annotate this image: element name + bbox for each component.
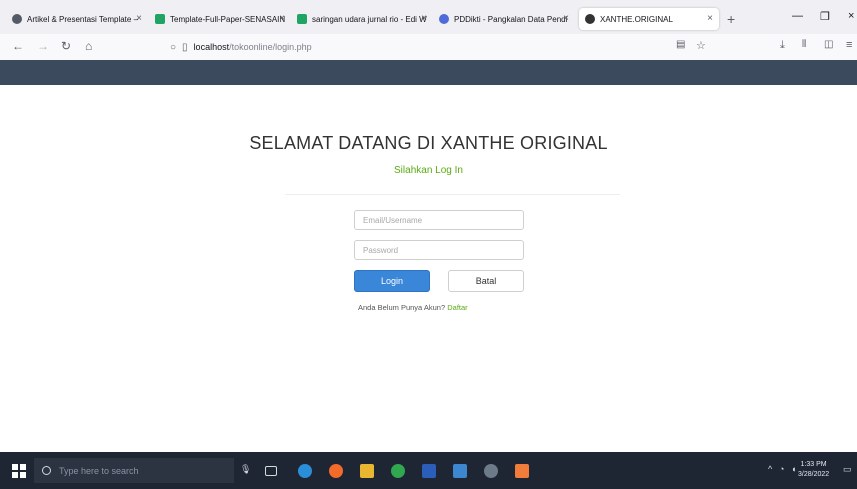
page-icon (12, 14, 22, 24)
notifications-icon[interactable]: ▭ (843, 464, 852, 475)
bookmark-star-icon[interactable]: ☆ (696, 39, 706, 52)
tab-template-full-paper[interactable]: Template-Full-Paper-SENASAIN × (155, 8, 291, 30)
page-icon (585, 14, 595, 24)
close-tab-icon[interactable]: × (707, 13, 713, 24)
task-view-icon[interactable] (265, 466, 277, 476)
tab-label: XANTHE.ORIGINAL (600, 14, 673, 24)
url-bar[interactable]: ○ ▯ localhost /tokoonline/login.php (170, 37, 710, 57)
register-prompt: Anda Belum Punya Akun? Daftar (358, 303, 468, 312)
library-icon[interactable]: ⫴ (802, 39, 806, 50)
xampp-icon[interactable] (515, 464, 529, 478)
tab-label: Artikel & Presentasi Template – (27, 14, 139, 24)
tab-label: saringan udara jurnal rio - Edi W (312, 14, 427, 24)
reader-view-icon[interactable]: ▤ (676, 39, 685, 50)
windows-taskbar: Type here to search 🎙 ^ ◔ ◖ 1:33 PM 3/28… (0, 452, 857, 489)
firefox-icon[interactable] (329, 464, 343, 478)
minimize-icon[interactable]: — (792, 10, 803, 22)
file-explorer-icon[interactable] (360, 464, 374, 478)
sidebar-icon[interactable]: ◫ (824, 39, 833, 50)
downloads-icon[interactable]: ⤓ (780, 39, 785, 52)
taskbar-search[interactable]: Type here to search (34, 458, 234, 483)
page-subtitle: Silahkan Log In (394, 165, 463, 176)
close-window-icon[interactable]: × (848, 10, 854, 22)
word-icon[interactable] (422, 464, 436, 478)
microphone-icon[interactable]: 🎙 (240, 464, 251, 475)
close-tab-icon[interactable]: × (563, 13, 569, 24)
tab-label: Template-Full-Paper-SENASAIN (170, 14, 286, 24)
shield-icon: ○ (170, 41, 177, 53)
show-hidden-icons-icon[interactable]: ^ (768, 464, 772, 474)
email-username-input[interactable] (354, 210, 524, 230)
password-input[interactable] (354, 240, 524, 260)
forward-icon[interactable]: → (37, 39, 49, 53)
close-tab-icon[interactable]: × (136, 13, 142, 24)
divider (285, 194, 620, 195)
document-icon[interactable] (453, 464, 467, 478)
google-drive-icon (297, 14, 307, 24)
tab-artikel[interactable]: Artikel & Presentasi Template – × (12, 8, 148, 30)
home-icon[interactable]: ⌂ (85, 39, 92, 53)
new-tab-icon[interactable]: + (727, 11, 735, 27)
reload-icon[interactable]: ↻ (61, 39, 71, 53)
tab-label: PDDikti - Pangkalan Data Pendi (454, 14, 568, 24)
edge-icon[interactable] (298, 464, 312, 478)
restore-icon[interactable]: ❐ (820, 10, 830, 23)
network-icon[interactable]: ◔ (779, 464, 784, 474)
tab-saringan-udara[interactable]: saringan udara jurnal rio - Edi W × (297, 8, 433, 30)
register-prompt-text: Anda Belum Punya Akun? (358, 303, 446, 312)
page-title: SELAMAT DATANG DI XANTHE ORIGINAL (249, 133, 608, 153)
login-button[interactable]: Login (354, 270, 430, 292)
globe-icon (439, 14, 449, 24)
paint-icon[interactable] (484, 464, 498, 478)
close-tab-icon[interactable]: × (279, 13, 285, 24)
cancel-button[interactable]: Batal (448, 270, 524, 292)
clock-date: 3/28/2022 (798, 471, 830, 478)
volume-icon[interactable]: ◖ (791, 464, 796, 474)
clock-time: 1:33 PM (800, 461, 827, 468)
taskbar-clock[interactable]: 1:33 PM 3/28/2022 (798, 460, 829, 480)
google-drive-icon (155, 14, 165, 24)
browser-nav-bar: ← → ↻ ⌂ ○ ▯ localhost /tokoonline/login.… (0, 34, 857, 61)
taskbar-search-placeholder: Type here to search (59, 465, 139, 476)
browser-tab-bar: Artikel & Presentasi Template – × Templa… (0, 0, 857, 34)
url-host: localhost (193, 42, 230, 52)
page-info-icon: ▯ (182, 41, 188, 53)
back-icon[interactable]: ← (12, 39, 24, 53)
url-path: /tokoonline/login.php (229, 42, 312, 52)
search-icon (42, 466, 51, 475)
chrome-icon[interactable] (391, 464, 405, 478)
menu-icon[interactable]: ≡ (846, 39, 852, 51)
register-link[interactable]: Daftar (447, 303, 467, 312)
tab-pddikti[interactable]: PDDikti - Pangkalan Data Pendi × (439, 8, 575, 30)
close-tab-icon[interactable]: × (421, 13, 427, 24)
windows-start-icon[interactable] (12, 464, 26, 478)
site-header-bar (0, 60, 857, 85)
tab-xanthe-original[interactable]: XANTHE.ORIGINAL × (579, 8, 719, 30)
